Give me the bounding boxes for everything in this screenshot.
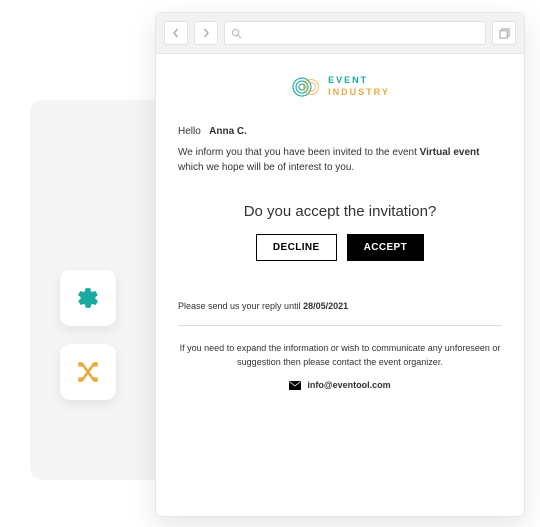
recipient-name: Anna C. — [209, 126, 247, 137]
footer: If you need to expand the information or… — [178, 342, 502, 393]
reply-deadline: Please send us your reply until 28/05/20… — [178, 301, 502, 311]
chevron-right-icon — [201, 28, 211, 38]
accept-button[interactable]: ACCEPT — [347, 234, 425, 261]
invitation-question: Do you accept the invitation? — [178, 203, 502, 220]
search-icon — [231, 28, 242, 39]
address-input[interactable] — [242, 27, 479, 39]
windows-button[interactable] — [492, 21, 516, 45]
contact-email: info@eventool.com — [307, 379, 390, 393]
greeting-hello: Hello — [178, 126, 201, 137]
browser-toolbar — [156, 13, 524, 54]
chevron-left-icon — [171, 28, 181, 38]
back-button[interactable] — [164, 21, 188, 45]
address-bar[interactable] — [224, 21, 486, 45]
invitation-body: We inform you that you have been invited… — [178, 145, 502, 175]
tools-cross-icon — [75, 359, 101, 385]
logo-line-2: INDUSTRY — [328, 87, 390, 99]
footer-email[interactable]: info@eventool.com — [178, 379, 502, 393]
reply-date: 28/05/2021 — [303, 301, 348, 311]
envelope-icon — [289, 381, 301, 390]
brand-logo: EVENT INDUSTRY — [178, 72, 502, 102]
footer-text: If you need to expand the information or… — [178, 342, 502, 369]
body-part2: which we hope will be of interest to you… — [178, 162, 354, 173]
logo-text: EVENT INDUSTRY — [328, 75, 390, 98]
browser-window: EVENT INDUSTRY Hello Anna C. We inform y… — [155, 12, 525, 517]
tools-tile[interactable] — [60, 344, 116, 400]
action-buttons: DECLINE ACCEPT — [178, 234, 502, 261]
gear-icon — [76, 286, 100, 310]
divider — [178, 325, 502, 326]
copy-icon — [499, 28, 510, 39]
email-content: EVENT INDUSTRY Hello Anna C. We inform y… — [156, 54, 524, 516]
forward-button[interactable] — [194, 21, 218, 45]
event-name: Virtual event — [420, 147, 480, 158]
greeting-line: Hello Anna C. — [178, 126, 502, 137]
logo-rings-icon — [290, 72, 320, 102]
decline-button[interactable]: DECLINE — [256, 234, 337, 261]
settings-tile[interactable] — [60, 270, 116, 326]
logo-line-1: EVENT — [328, 75, 390, 87]
body-part1: We inform you that you have been invited… — [178, 147, 420, 158]
reply-text: Please send us your reply until — [178, 301, 303, 311]
